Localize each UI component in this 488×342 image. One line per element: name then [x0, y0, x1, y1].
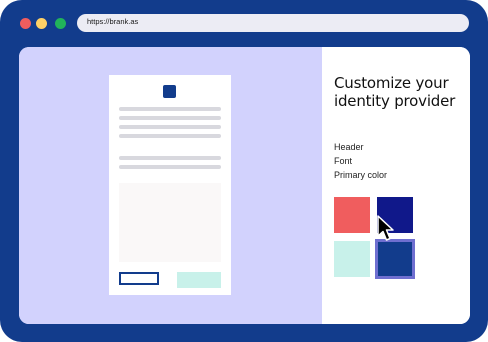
option-font[interactable]: Font: [334, 156, 352, 166]
login-preview-area: [19, 47, 322, 324]
close-window-button[interactable]: [20, 18, 31, 29]
option-primary-color[interactable]: Primary color: [334, 170, 387, 180]
page-content: Customize your identity provider Header …: [19, 47, 470, 324]
browser-window: https://brank.as Customize your identity…: [0, 0, 488, 342]
secondary-button-preview: [119, 272, 159, 285]
text-placeholder-line: [119, 107, 221, 111]
option-header[interactable]: Header: [334, 142, 364, 152]
swatch-mint[interactable]: [334, 241, 370, 277]
swatch-blue-selected[interactable]: [375, 239, 415, 279]
address-bar[interactable]: https://brank.as: [77, 14, 469, 32]
text-placeholder-line: [119, 156, 221, 160]
panel-title: Customize your identity provider: [334, 74, 456, 110]
text-placeholder-line: [119, 116, 221, 120]
text-placeholder-line: [119, 165, 221, 169]
logo-icon: [163, 85, 176, 98]
swatch-coral[interactable]: [334, 197, 370, 233]
content-placeholder: [119, 183, 221, 262]
text-placeholder-line: [119, 125, 221, 129]
customize-panel: Customize your identity provider Header …: [322, 47, 470, 324]
primary-button-preview: [177, 272, 221, 288]
login-card-preview: [109, 75, 231, 295]
url-text: https://brank.as: [87, 17, 139, 26]
minimize-window-button[interactable]: [36, 18, 47, 29]
mouse-pointer-icon: [377, 215, 394, 241]
maximize-window-button[interactable]: [55, 18, 66, 29]
text-placeholder-line: [119, 134, 221, 138]
